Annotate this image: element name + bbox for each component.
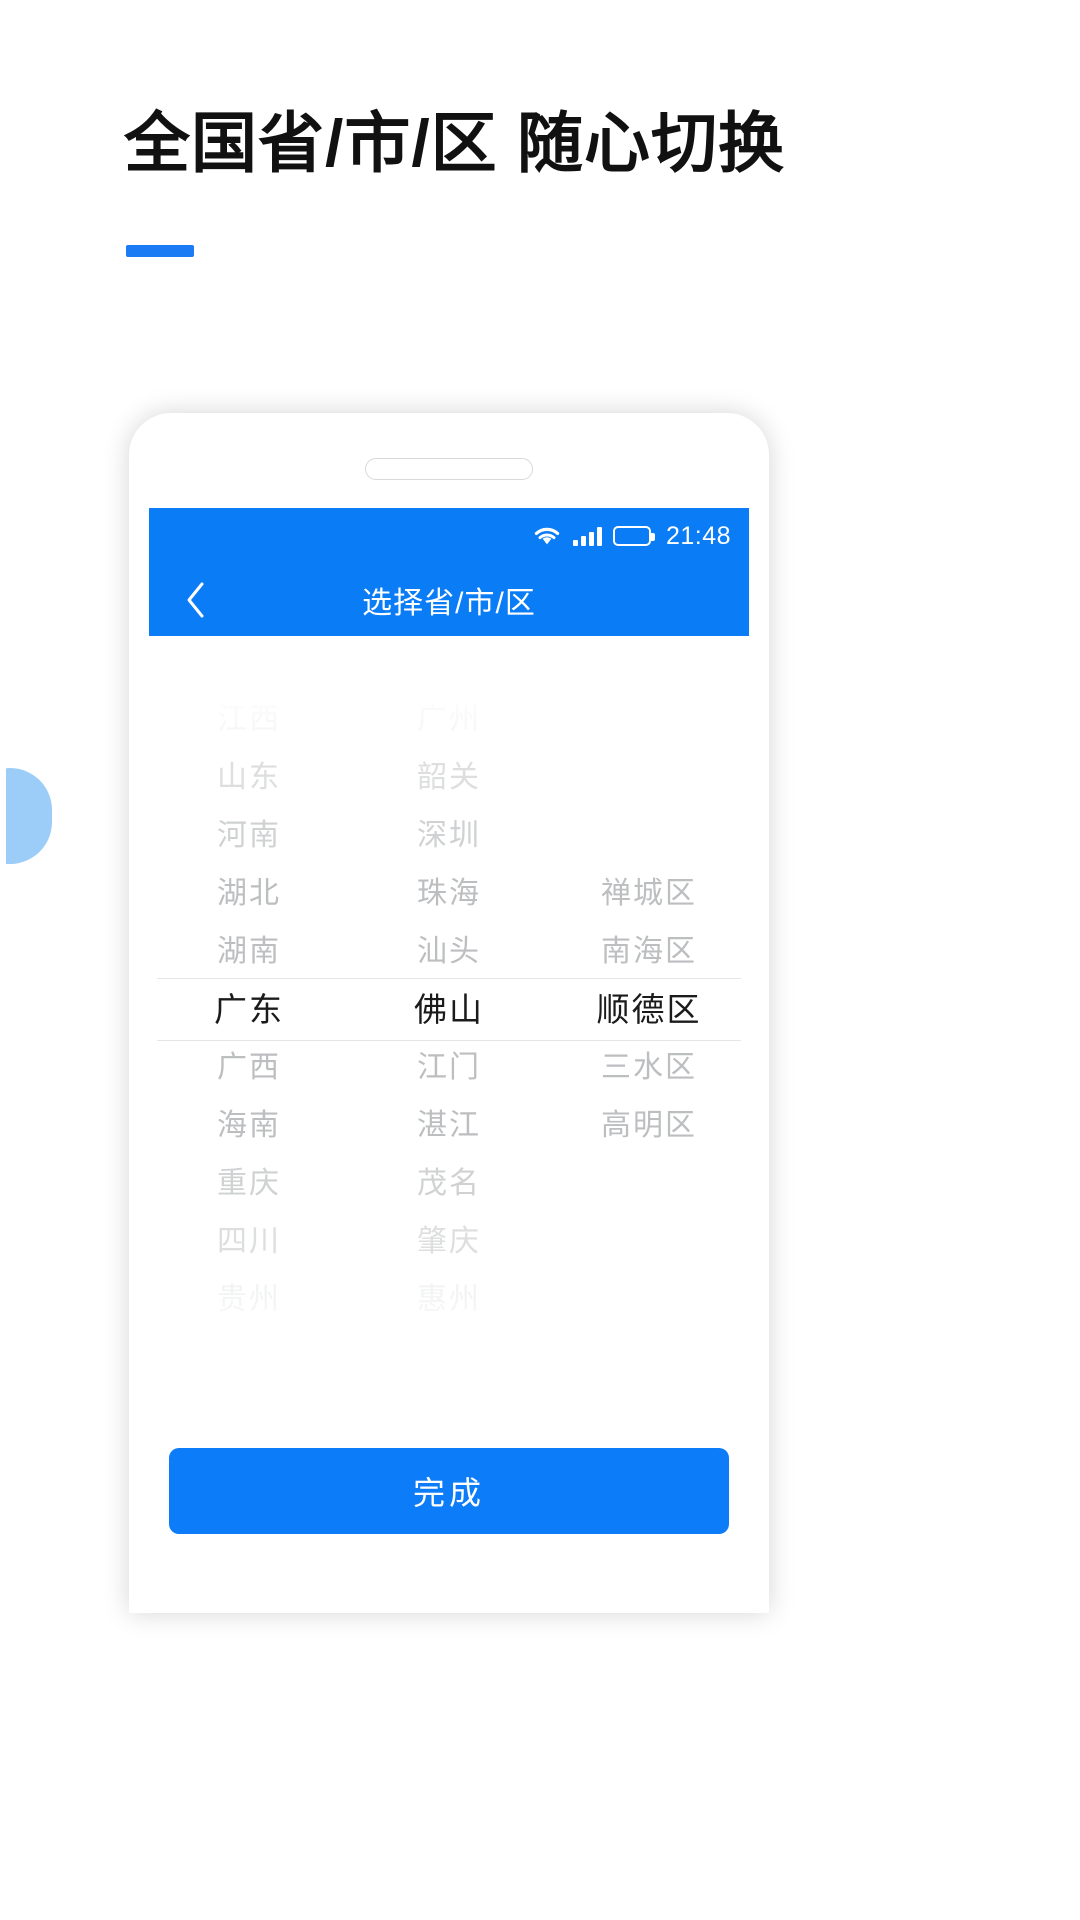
- wifi-icon: [532, 525, 562, 547]
- picker-item[interactable]: 惠州: [349, 1271, 549, 1329]
- picker-item-selected[interactable]: 顺德区: [549, 981, 749, 1039]
- picker-item[interactable]: [549, 749, 749, 807]
- picker-item[interactable]: 江门: [349, 1039, 549, 1097]
- page-root: 全国省/市/区 随心切换 21:48 选择省/市/区 江西 山东 河南 湖北 湖…: [0, 0, 1080, 1920]
- picker-item[interactable]: 河南: [149, 807, 349, 865]
- picker-item[interactable]: 湖北: [149, 865, 349, 923]
- picker-item[interactable]: 茂名: [349, 1155, 549, 1213]
- picker-item[interactable]: [549, 1213, 749, 1271]
- picker-selection-line-top: [157, 978, 741, 979]
- confirm-button[interactable]: 完成: [169, 1448, 729, 1534]
- picker-item[interactable]: 山东: [149, 749, 349, 807]
- status-bar: 21:48: [149, 508, 749, 564]
- chevron-left-icon[interactable]: [175, 580, 215, 620]
- region-picker[interactable]: 江西 山东 河南 湖北 湖南 广东 广西 海南 重庆 四川 贵州 广州 韶关 深圳 珠海 汕头 佛山 江门 湛江 茂名…: [149, 636, 749, 1426]
- picker-item[interactable]: [549, 1271, 749, 1329]
- picker-item[interactable]: 深圳: [349, 807, 549, 865]
- picker-item[interactable]: 汕头: [349, 923, 549, 981]
- picker-item[interactable]: 三水区: [549, 1039, 749, 1097]
- picker-item[interactable]: [549, 691, 749, 749]
- accent-underline: [126, 245, 194, 257]
- nav-bar: 选择省/市/区: [149, 564, 749, 636]
- picker-item[interactable]: 湛江: [349, 1097, 549, 1155]
- picker-item[interactable]: 广西: [149, 1039, 349, 1097]
- picker-item[interactable]: 珠海: [349, 865, 549, 923]
- signal-icon: [572, 526, 602, 546]
- picker-column-inner: 广州 韶关 深圳 珠海 汕头 佛山 江门 湛江 茂名 肇庆 惠州: [349, 691, 549, 1329]
- picker-selection-line-bottom: [157, 1040, 741, 1041]
- picker-item[interactable]: 韶关: [349, 749, 549, 807]
- phone-mockup: 21:48 选择省/市/区 江西 山东 河南 湖北 湖南 广东 广西 海南 重庆 四川 贵州 广州 韶关…: [129, 413, 769, 1613]
- picker-item[interactable]: 贵州: [149, 1271, 349, 1329]
- picker-item-selected[interactable]: 广东: [149, 981, 349, 1039]
- picker-item[interactable]: 肇庆: [349, 1213, 549, 1271]
- picker-item[interactable]: 四川: [149, 1213, 349, 1271]
- status-time: 21:48: [665, 521, 731, 550]
- phone-screen: 21:48 选择省/市/区 江西 山东 河南 湖北 湖南 广东 广西 海南 重庆 四川 贵州 广州 韶关…: [149, 508, 749, 1613]
- picker-item[interactable]: 湖南: [149, 923, 349, 981]
- picker-item[interactable]: [549, 807, 749, 865]
- nav-title: 选择省/市/区: [362, 587, 536, 620]
- picker-item[interactable]: 禅城区: [549, 865, 749, 923]
- picker-item[interactable]: 江西: [149, 691, 349, 749]
- page-title: 全国省/市/区 随心切换: [124, 106, 786, 180]
- confirm-button-area: 完成: [149, 1426, 749, 1534]
- picker-item[interactable]: 南海区: [549, 923, 749, 981]
- picker-item[interactable]: [549, 1155, 749, 1213]
- picker-item[interactable]: 重庆: [149, 1155, 349, 1213]
- page-card: 全国省/市/区 随心切换 21:48 选择省/市/区 江西 山东 河南 湖北 湖…: [6, 6, 1074, 1914]
- picker-column-inner: 禅城区 南海区 顺德区 三水区 高明区: [549, 691, 749, 1329]
- phone-speaker-slot: [365, 458, 533, 480]
- picker-item-selected[interactable]: 佛山: [349, 981, 549, 1039]
- picker-item[interactable]: 高明区: [549, 1097, 749, 1155]
- picker-column-inner: 江西 山东 河南 湖北 湖南 广东 广西 海南 重庆 四川 贵州: [149, 691, 349, 1329]
- decorative-blob: [6, 768, 52, 864]
- picker-item[interactable]: 海南: [149, 1097, 349, 1155]
- picker-item[interactable]: 广州: [349, 691, 549, 749]
- battery-icon: [612, 526, 655, 546]
